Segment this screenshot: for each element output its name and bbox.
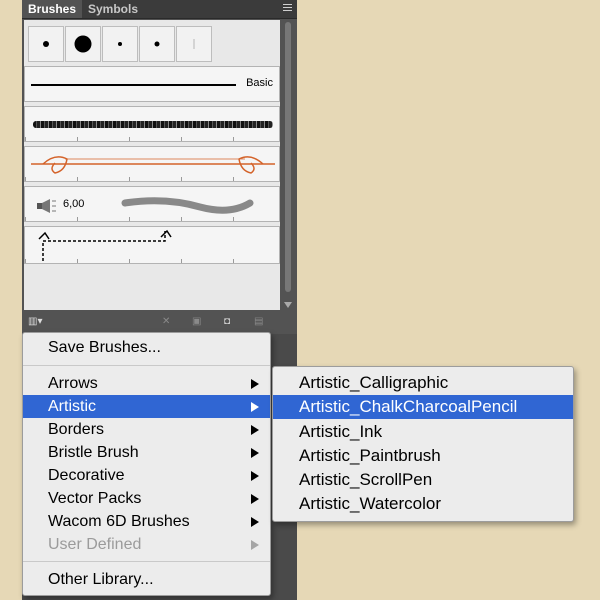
chevron-right-icon bbox=[251, 471, 259, 481]
brush-row-arrow[interactable] bbox=[24, 146, 280, 182]
menu-item-artistic[interactable]: Artistic bbox=[23, 395, 270, 418]
menu-separator bbox=[23, 561, 270, 562]
chevron-right-icon bbox=[251, 425, 259, 435]
brush-dot-small[interactable] bbox=[28, 26, 64, 62]
submenu-item-watercolor[interactable]: Artistic_Watercolor bbox=[273, 492, 573, 516]
chevron-right-icon bbox=[251, 402, 259, 412]
brush-libraries-menu: Save Brushes... Arrows Artistic Borders … bbox=[22, 332, 271, 596]
chalk-stroke-preview bbox=[33, 121, 273, 128]
tab-symbols[interactable]: Symbols bbox=[82, 0, 144, 18]
submenu-item-chalk-charcoal-pencil[interactable]: Artistic_ChalkCharcoalPencil bbox=[273, 395, 573, 419]
options-icon[interactable]: ▣ bbox=[192, 317, 201, 327]
remove-stroke-icon[interactable]: ✕ bbox=[162, 317, 170, 327]
brush-dot-tiny[interactable] bbox=[102, 26, 138, 62]
submenu-item-calligraphic[interactable]: Artistic_Calligraphic bbox=[273, 371, 573, 395]
menu-item-user-defined: User Defined bbox=[23, 533, 270, 556]
menu-item-other-library[interactable]: Other Library... bbox=[23, 568, 270, 591]
basic-brush-label: Basic bbox=[246, 77, 273, 89]
menu-item-save-brushes[interactable]: Save Brushes... bbox=[23, 336, 270, 359]
chevron-right-icon bbox=[251, 517, 259, 527]
brush-row-basic[interactable]: Basic bbox=[24, 66, 280, 102]
chevron-right-icon bbox=[251, 448, 259, 458]
brush-dot-thin[interactable] bbox=[176, 26, 212, 62]
scroll-down-icon[interactable] bbox=[284, 302, 292, 308]
menu-item-decorative[interactable]: Decorative bbox=[23, 464, 270, 487]
basic-stroke-preview bbox=[31, 84, 236, 86]
brush-row-chalk[interactable] bbox=[24, 106, 280, 142]
chevron-right-icon bbox=[251, 540, 259, 550]
brush-dot-oval[interactable] bbox=[139, 26, 175, 62]
submenu-item-ink[interactable]: Artistic_Ink bbox=[273, 420, 573, 444]
new-brush-icon[interactable]: ◘ bbox=[224, 317, 230, 327]
tab-brushes[interactable]: Brushes bbox=[22, 0, 83, 18]
menu-separator bbox=[23, 365, 270, 366]
panel-menu-icon[interactable] bbox=[283, 4, 292, 12]
menu-item-wacom-6d-brushes[interactable]: Wacom 6D Brushes bbox=[23, 510, 270, 533]
chevron-right-icon bbox=[251, 379, 259, 389]
scroll-thumb[interactable] bbox=[285, 22, 291, 292]
delete-brush-icon[interactable]: ▤ bbox=[254, 317, 263, 327]
menu-item-bristle-brush[interactable]: Bristle Brush bbox=[23, 441, 270, 464]
panel-bottom-bar: ▥▾ ✕ ▣ ◘ ▤ bbox=[22, 312, 297, 332]
menu-item-vector-packs[interactable]: Vector Packs bbox=[23, 487, 270, 510]
dot-brush-row bbox=[24, 26, 280, 62]
artistic-submenu: Artistic_Calligraphic Artistic_ChalkChar… bbox=[272, 366, 574, 522]
brush-row-bristle[interactable]: 6,00 bbox=[24, 186, 280, 222]
menu-item-borders[interactable]: Borders bbox=[23, 418, 270, 441]
submenu-item-scrollpen[interactable]: Artistic_ScrollPen bbox=[273, 468, 573, 492]
brush-libraries-menu-icon[interactable]: ▥▾ bbox=[28, 317, 42, 327]
chevron-right-icon bbox=[251, 494, 259, 504]
brush-list: Basic 6,00 bbox=[24, 20, 280, 310]
brush-dot-large[interactable] bbox=[65, 26, 101, 62]
menu-item-arrows[interactable]: Arrows bbox=[23, 372, 270, 395]
brush-row-pattern[interactable] bbox=[24, 226, 280, 264]
panel-tab-bar: Brushes Symbols bbox=[22, 0, 297, 19]
brush-list-scrollbar[interactable] bbox=[282, 20, 294, 310]
submenu-item-paintbrush[interactable]: Artistic_Paintbrush bbox=[273, 444, 573, 468]
